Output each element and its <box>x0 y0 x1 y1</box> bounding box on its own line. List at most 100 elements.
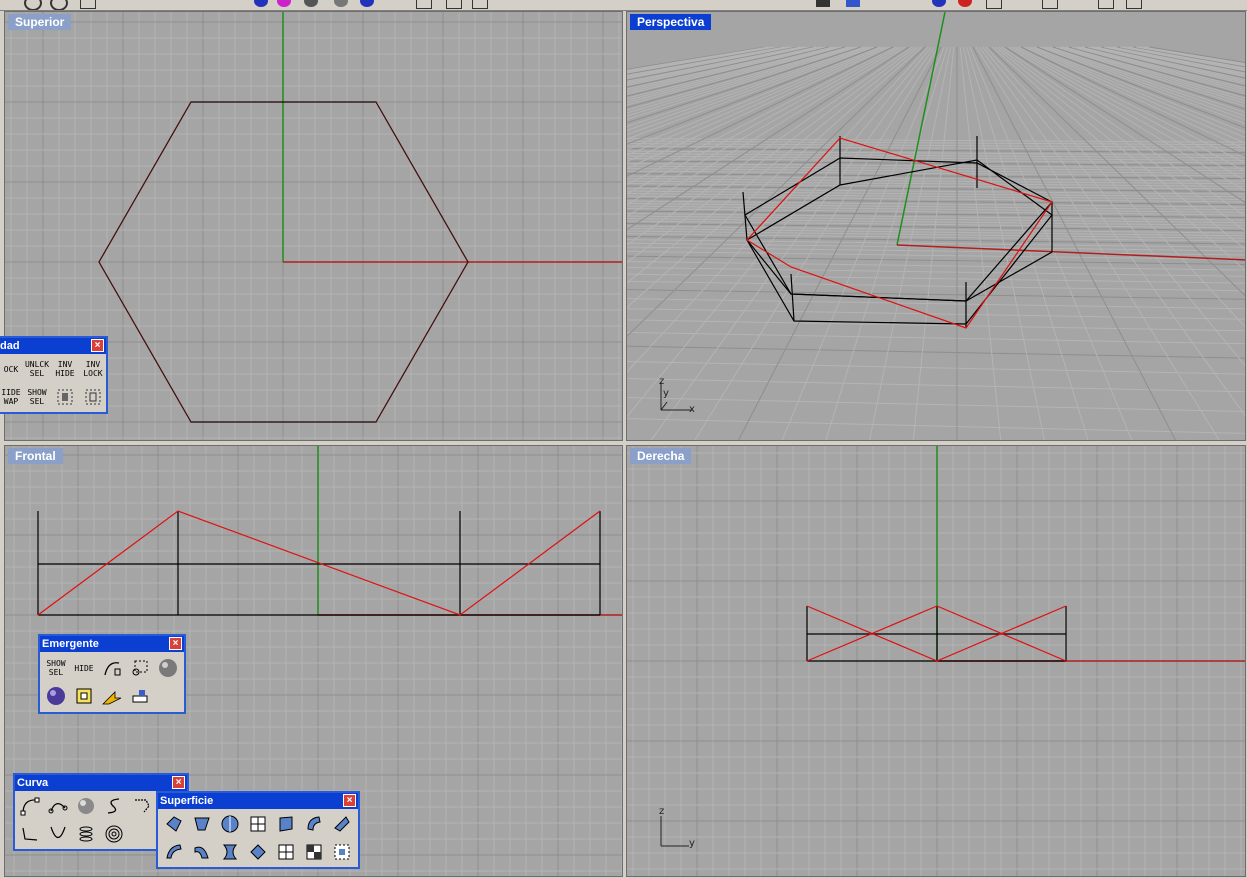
lock-button[interactable]: OCK <box>0 356 24 382</box>
toolbar-popup[interactable]: Emergente × SHOW SEL HIDE <box>38 634 186 714</box>
point-grid-icon[interactable] <box>329 839 355 865</box>
rail-revolve-icon[interactable] <box>161 839 187 865</box>
toolbar-icon[interactable] <box>1126 0 1142 9</box>
toolbar-icon[interactable] <box>816 0 830 7</box>
invert-hide-button[interactable]: INV HIDE <box>52 356 78 382</box>
sweep-icon[interactable] <box>301 811 327 837</box>
grid-surface-icon[interactable] <box>273 839 299 865</box>
close-icon[interactable]: × <box>343 794 356 807</box>
toolbar-title-text: dad <box>0 340 20 352</box>
toolbar-icon[interactable] <box>472 0 488 9</box>
revolve-icon[interactable] <box>217 811 243 837</box>
toolbar-visibility[interactable]: dad × OCK UNLCK SEL INV HIDE INV LOCK IIDE WA… <box>0 336 108 414</box>
sketch-curve-icon[interactable] <box>101 793 127 819</box>
hide-points-icon[interactable] <box>80 384 106 410</box>
button-label: INV <box>57 360 73 369</box>
button-label: UNLCK <box>24 360 50 369</box>
viewport-title[interactable]: Superior <box>8 14 72 30</box>
button-label: INV <box>85 360 101 369</box>
control-point-curve-icon[interactable] <box>17 793 43 819</box>
loft-icon[interactable] <box>329 811 355 837</box>
axis-indicator: z y x <box>655 376 701 418</box>
viewport-right[interactable]: z y Derecha <box>626 445 1246 877</box>
y-axis-line <box>896 12 946 246</box>
button-label: HIDE <box>55 369 75 378</box>
snapshot-icon[interactable] <box>71 683 97 709</box>
viewport-title[interactable]: Frontal <box>8 448 63 464</box>
button-label: HIDE <box>74 663 94 673</box>
toolbar-icon[interactable] <box>1042 0 1058 9</box>
shaded-grid-icon[interactable] <box>301 839 327 865</box>
dimension-icon[interactable] <box>127 683 153 709</box>
shaded-sphere-icon[interactable] <box>43 683 69 709</box>
surface-from-points-icon[interactable] <box>161 811 187 837</box>
axis-y-label: y <box>663 388 669 399</box>
button-label: LOCK <box>83 369 103 378</box>
arc-icon[interactable] <box>45 821 71 847</box>
toolbar-icon[interactable] <box>304 0 318 7</box>
show-points-icon[interactable] <box>52 384 78 410</box>
toolbar-icon[interactable] <box>277 0 291 7</box>
axis-y-label: y <box>689 838 695 849</box>
window-select-icon[interactable] <box>127 655 153 681</box>
show-selected-button[interactable]: SHOW SEL <box>24 384 50 410</box>
toolbar-icon[interactable] <box>254 0 268 7</box>
toolbar-title-text: Curva <box>17 777 49 789</box>
toolbar-icon[interactable] <box>1098 0 1114 9</box>
interpolate-curve-icon[interactable] <box>45 793 71 819</box>
edge-surface-icon[interactable] <box>189 811 215 837</box>
toolbar-icon[interactable] <box>50 0 68 10</box>
hexagon-red-edge <box>98 101 192 423</box>
sphere-icon[interactable] <box>73 793 99 819</box>
toolbar-icon[interactable] <box>986 0 1002 9</box>
toolbar-icon[interactable] <box>80 0 96 9</box>
toolbar-icon[interactable] <box>932 0 946 7</box>
toolbar-title-text: Superficie <box>160 795 214 807</box>
show-selected-button[interactable]: SHOW SEL <box>43 655 69 681</box>
toolbar-icon[interactable] <box>24 0 42 10</box>
spiral-icon[interactable] <box>101 821 127 847</box>
axis-indicator: z y <box>655 806 701 849</box>
toolbar-title[interactable]: Emergente × <box>40 636 184 652</box>
toolbar-title[interactable]: Curva × <box>15 775 187 791</box>
toolbar-icon[interactable] <box>958 0 972 7</box>
line-icon[interactable] <box>17 821 43 847</box>
toolbar-icon[interactable] <box>360 0 374 7</box>
hide-swap-button[interactable]: IIDE WAP <box>0 384 24 410</box>
close-icon[interactable]: × <box>172 776 185 789</box>
wireframe-black <box>806 606 1067 662</box>
helix-icon[interactable] <box>73 821 99 847</box>
wireframe-red <box>37 510 601 616</box>
hide-button[interactable]: HIDE <box>71 655 97 681</box>
toolbar-surface[interactable]: Superficie × <box>156 791 360 869</box>
axis-x-label: x <box>689 404 695 415</box>
toolbar-title[interactable]: dad × <box>0 338 106 354</box>
viewport-title[interactable]: Derecha <box>630 448 692 464</box>
toolbar-title[interactable]: Superficie × <box>158 793 358 809</box>
close-icon[interactable]: × <box>91 339 104 352</box>
button-label: SEL <box>29 397 45 406</box>
viewport-geometry <box>742 12 1245 329</box>
toolbar-icon[interactable] <box>334 0 348 7</box>
button-label: WAP <box>3 397 19 406</box>
patch-icon[interactable] <box>245 839 271 865</box>
viewport-perspective[interactable]: z y x Perspectiva <box>626 11 1246 441</box>
blend-surface-icon[interactable] <box>189 839 215 865</box>
extrude-icon[interactable] <box>273 811 299 837</box>
invert-lock-button[interactable]: INV LOCK <box>80 356 106 382</box>
wireframe-black <box>742 136 1053 328</box>
button-label: SEL <box>29 369 45 378</box>
network-surface-icon[interactable] <box>217 839 243 865</box>
button-label: IIDE <box>1 388 21 397</box>
viewport-title[interactable]: Perspectiva <box>630 14 712 30</box>
polyline-icon[interactable] <box>129 793 155 819</box>
render-sphere-icon[interactable] <box>155 655 181 681</box>
close-icon[interactable]: × <box>169 637 182 650</box>
toolbar-icon[interactable] <box>416 0 432 9</box>
unlock-selected-button[interactable]: UNLCK SEL <box>24 356 50 382</box>
planar-grid-icon[interactable] <box>245 811 271 837</box>
curve-point-icon[interactable] <box>99 655 125 681</box>
toolbar-icon[interactable] <box>446 0 462 9</box>
light-arrow-icon[interactable] <box>99 683 125 709</box>
toolbar-icon[interactable] <box>846 0 860 7</box>
